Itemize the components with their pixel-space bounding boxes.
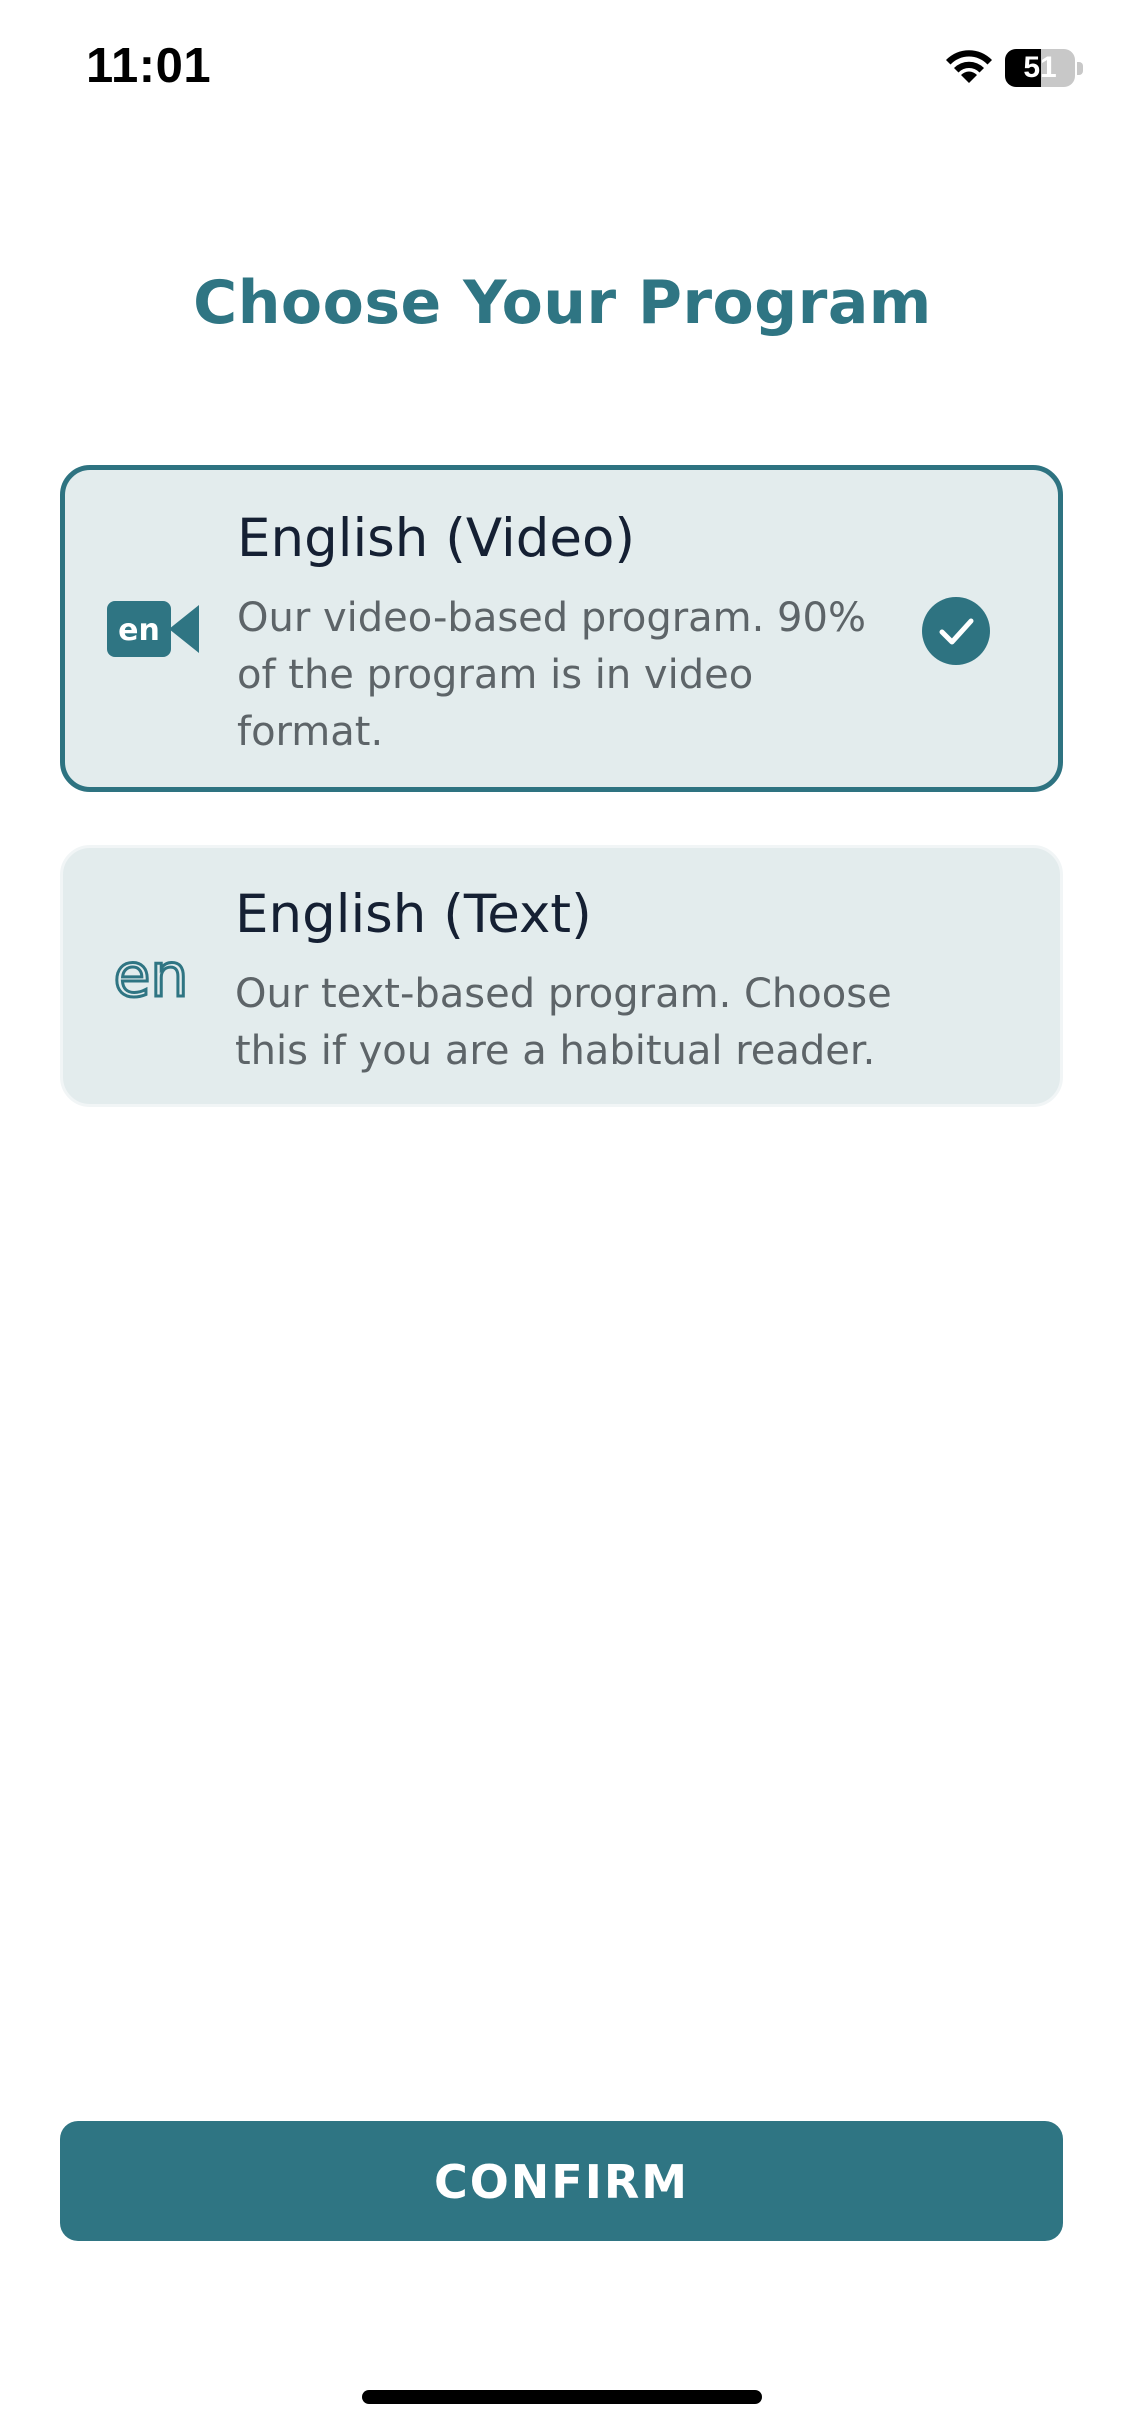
program-description: Our video-based program. 90% of the prog… [237,595,866,755]
program-title: English (Text) [235,884,592,945]
svg-text:en: en [118,613,160,648]
battery-shell: 51 [1005,49,1075,87]
program-card-video[interactable]: en English (Video) Our video-based progr… [60,465,1063,792]
program-description: Our text-based program. Choose this if y… [235,971,892,1074]
svg-text:en: en [114,948,189,1008]
battery-level: 51 [1023,51,1057,84]
en-text-icon: en [112,948,190,1008]
en-video-icon: en [107,601,199,657]
battery-nub [1077,62,1083,75]
confirm-button[interactable]: CONFIRM [60,2121,1063,2241]
page-title: Choose Your Program [193,268,932,338]
checkmark-icon [922,597,990,665]
status-time: 11:01 [86,39,212,93]
home-indicator [362,2390,762,2404]
wifi-icon [946,50,992,83]
program-card-text[interactable]: en English (Text) Our text-based program… [60,845,1063,1107]
battery-icon: 51 [1005,49,1085,89]
program-title: English (Video) [237,508,636,569]
status-bar: 11:01 51 [0,0,1125,140]
